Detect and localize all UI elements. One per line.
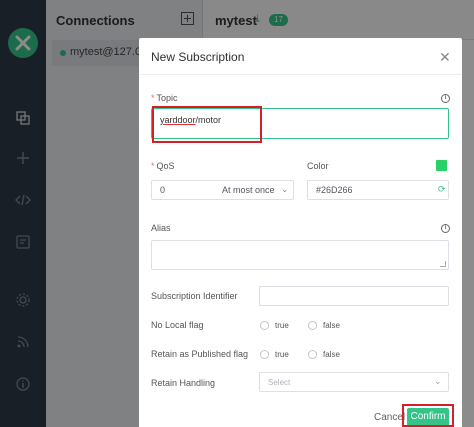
color-swatch[interactable] (436, 160, 447, 171)
retain-as-published-true-radio[interactable] (260, 350, 269, 359)
confirm-highlight-frame (402, 404, 454, 427)
close-icon[interactable]: ✕ (439, 49, 451, 66)
retain-handling-select[interactable]: Select ⌄ (259, 372, 449, 392)
retain-as-published-false-radio[interactable] (308, 350, 317, 359)
qos-text: At most once (222, 185, 275, 195)
no-local-false-radio[interactable] (308, 321, 317, 330)
topic-highlight-frame (152, 106, 262, 143)
chevron-down-icon: ⌄ (281, 184, 289, 194)
no-local-true-radio[interactable] (260, 321, 269, 330)
retain-handling-label: Retain Handling (151, 378, 216, 388)
alias-label: Alias (151, 223, 171, 233)
qos-label: * QoS (151, 161, 175, 171)
color-value: #26D266 (316, 185, 353, 195)
subscription-identifier-input[interactable] (259, 286, 449, 306)
no-local-label: No Local flag (151, 320, 204, 330)
qos-select[interactable]: 0 At most once ⌄ (151, 180, 294, 200)
retain-as-published-true-label: true (275, 350, 289, 359)
qos-value: 0 (160, 185, 166, 195)
new-subscription-dialog: New Subscription ✕ * Topic i yarddoor/mot… (139, 38, 462, 427)
topic-label: * Topic (151, 93, 178, 103)
resize-handle-icon[interactable] (440, 261, 446, 267)
alias-info-icon[interactable]: i (441, 224, 450, 233)
dialog-title: New Subscription (151, 50, 245, 64)
topic-info-icon[interactable]: i (441, 94, 450, 103)
chevron-down-icon: ⌄ (434, 376, 442, 386)
cancel-button[interactable]: Cancel (374, 412, 405, 423)
no-local-true-label: true (275, 321, 289, 330)
color-input[interactable]: #26D266 ⟳ (307, 180, 449, 200)
subscription-identifier-label: Subscription Identifier (151, 291, 238, 301)
retain-as-published-false-label: false (323, 350, 340, 359)
refresh-color-icon[interactable]: ⟳ (438, 184, 446, 195)
retain-handling-placeholder: Select (268, 378, 291, 387)
alias-input[interactable] (151, 240, 449, 270)
color-label: Color (307, 161, 329, 171)
no-local-false-label: false (323, 321, 340, 330)
retain-as-published-label: Retain as Published flag (151, 349, 249, 359)
dialog-header-divider (139, 74, 462, 75)
